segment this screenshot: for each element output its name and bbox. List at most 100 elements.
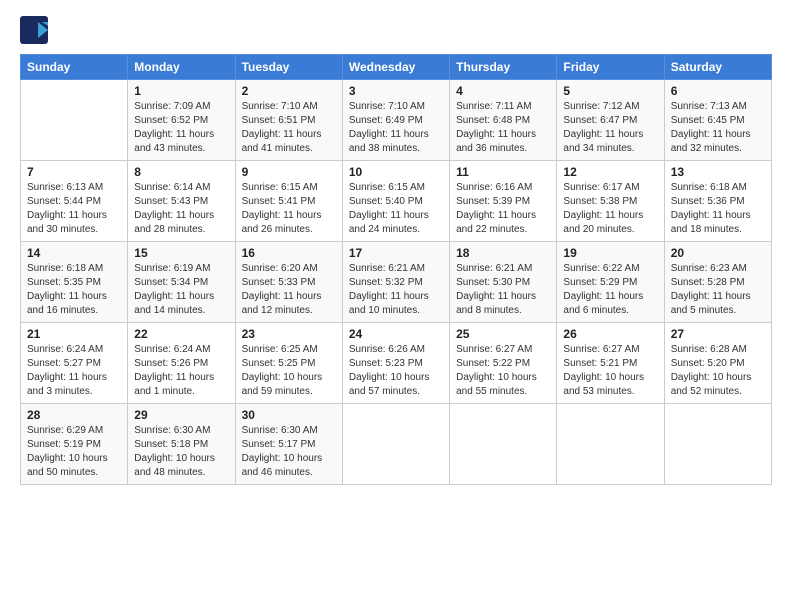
day-cell: 25 Sunrise: 6:27 AM Sunset: 5:22 PM Dayli…: [450, 323, 557, 404]
day-cell: 24Sunrise: 6:26 AM Sunset: 5:23 PM Dayli…: [342, 323, 449, 404]
day-cell: 4 Sunrise: 7:11 AM Sunset: 6:48 PM Daylig…: [450, 80, 557, 161]
day-number: 12: [563, 165, 657, 179]
day-cell: [557, 404, 664, 485]
day-cell: 2 Sunrise: 7:10 AM Sunset: 6:51 PM Daylig…: [235, 80, 342, 161]
calendar-table: SundayMondayTuesdayWednesdayThursdayFrid…: [20, 54, 772, 485]
day-info: Sunrise: 6:29 AM Sunset: 5:19 PM Dayligh…: [27, 424, 121, 480]
day-info: Sunrise: 6:24 AM Sunset: 5:26 PM Dayligh…: [134, 343, 228, 399]
day-cell: 23 Sunrise: 6:25 AM Sunset: 5:25 PM Dayli…: [235, 323, 342, 404]
day-number: 29: [134, 408, 228, 422]
day-info: Sunrise: 6:18 AM Sunset: 5:36 PM Dayligh…: [671, 181, 765, 237]
day-number: 5: [563, 84, 657, 98]
day-number: 30: [242, 408, 336, 422]
day-info: Sunrise: 6:26 AM Sunset: 5:23 PM Dayligh…: [349, 343, 443, 399]
day-info: Sunrise: 6:27 AM Sunset: 5:22 PM Dayligh…: [456, 343, 550, 399]
day-cell: [664, 404, 771, 485]
day-cell: [450, 404, 557, 485]
day-info: Sunrise: 7:10 AM Sunset: 6:49 PM Dayligh…: [349, 100, 443, 156]
page-header: [20, 16, 772, 44]
day-cell: 18 Sunrise: 6:21 AM Sunset: 5:30 PM Dayli…: [450, 242, 557, 323]
day-cell: 29 Sunrise: 6:30 AM Sunset: 5:18 PM Dayli…: [128, 404, 235, 485]
day-info: Sunrise: 6:19 AM Sunset: 5:34 PM Dayligh…: [134, 262, 228, 318]
day-number: 2: [242, 84, 336, 98]
day-cell: 27 Sunrise: 6:28 AM Sunset: 5:20 PM Dayli…: [664, 323, 771, 404]
day-number: 19: [563, 246, 657, 260]
day-number: 28: [27, 408, 121, 422]
day-number: 9: [242, 165, 336, 179]
day-cell: 26 Sunrise: 6:27 AM Sunset: 5:21 PM Dayli…: [557, 323, 664, 404]
day-cell: 6 Sunrise: 7:13 AM Sunset: 6:45 PM Daylig…: [664, 80, 771, 161]
day-number: 4: [456, 84, 550, 98]
day-number: 8: [134, 165, 228, 179]
day-info: Sunrise: 6:18 AM Sunset: 5:35 PM Dayligh…: [27, 262, 121, 318]
day-cell: [342, 404, 449, 485]
day-number: 10: [349, 165, 443, 179]
day-number: 13: [671, 165, 765, 179]
day-cell: 19 Sunrise: 6:22 AM Sunset: 5:29 PM Dayli…: [557, 242, 664, 323]
day-info: Sunrise: 6:21 AM Sunset: 5:30 PM Dayligh…: [456, 262, 550, 318]
week-row-4: 28 Sunrise: 6:29 AM Sunset: 5:19 PM Dayli…: [21, 404, 772, 485]
day-number: 11: [456, 165, 550, 179]
day-number: 1: [134, 84, 228, 98]
day-cell: 15Sunrise: 6:19 AM Sunset: 5:34 PM Dayli…: [128, 242, 235, 323]
header-saturday: Saturday: [664, 55, 771, 80]
day-info: Sunrise: 6:27 AM Sunset: 5:21 PM Dayligh…: [563, 343, 657, 399]
header-thursday: Thursday: [450, 55, 557, 80]
day-cell: 22 Sunrise: 6:24 AM Sunset: 5:26 PM Dayli…: [128, 323, 235, 404]
day-cell: [21, 80, 128, 161]
day-info: Sunrise: 6:20 AM Sunset: 5:33 PM Dayligh…: [242, 262, 336, 318]
day-number: 16: [242, 246, 336, 260]
header-tuesday: Tuesday: [235, 55, 342, 80]
logo: [20, 16, 52, 44]
day-number: 14: [27, 246, 121, 260]
day-info: Sunrise: 6:23 AM Sunset: 5:28 PM Dayligh…: [671, 262, 765, 318]
day-number: 25: [456, 327, 550, 341]
day-cell: 30 Sunrise: 6:30 AM Sunset: 5:17 PM Dayli…: [235, 404, 342, 485]
day-info: Sunrise: 6:30 AM Sunset: 5:17 PM Dayligh…: [242, 424, 336, 480]
day-info: Sunrise: 6:17 AM Sunset: 5:38 PM Dayligh…: [563, 181, 657, 237]
day-number: 18: [456, 246, 550, 260]
header-wednesday: Wednesday: [342, 55, 449, 80]
week-row-2: 14 Sunrise: 6:18 AM Sunset: 5:35 PM Dayli…: [21, 242, 772, 323]
day-info: Sunrise: 7:13 AM Sunset: 6:45 PM Dayligh…: [671, 100, 765, 156]
day-cell: 20 Sunrise: 6:23 AM Sunset: 5:28 PM Dayli…: [664, 242, 771, 323]
day-cell: 1Sunrise: 7:09 AM Sunset: 6:52 PM Daylig…: [128, 80, 235, 161]
day-info: Sunrise: 7:10 AM Sunset: 6:51 PM Dayligh…: [242, 100, 336, 156]
week-row-1: 7Sunrise: 6:13 AM Sunset: 5:44 PM Daylig…: [21, 161, 772, 242]
day-info: Sunrise: 6:15 AM Sunset: 5:41 PM Dayligh…: [242, 181, 336, 237]
day-number: 27: [671, 327, 765, 341]
day-cell: 8Sunrise: 6:14 AM Sunset: 5:43 PM Daylig…: [128, 161, 235, 242]
day-cell: 9 Sunrise: 6:15 AM Sunset: 5:41 PM Daylig…: [235, 161, 342, 242]
day-info: Sunrise: 6:28 AM Sunset: 5:20 PM Dayligh…: [671, 343, 765, 399]
header-monday: Monday: [128, 55, 235, 80]
day-number: 26: [563, 327, 657, 341]
header-sunday: Sunday: [21, 55, 128, 80]
day-info: Sunrise: 6:30 AM Sunset: 5:18 PM Dayligh…: [134, 424, 228, 480]
day-number: 6: [671, 84, 765, 98]
day-cell: 21 Sunrise: 6:24 AM Sunset: 5:27 PM Dayli…: [21, 323, 128, 404]
day-number: 23: [242, 327, 336, 341]
day-cell: 7Sunrise: 6:13 AM Sunset: 5:44 PM Daylig…: [21, 161, 128, 242]
header-row: SundayMondayTuesdayWednesdayThursdayFrid…: [21, 55, 772, 80]
day-info: Sunrise: 6:25 AM Sunset: 5:25 PM Dayligh…: [242, 343, 336, 399]
day-cell: 12 Sunrise: 6:17 AM Sunset: 5:38 PM Dayli…: [557, 161, 664, 242]
day-info: Sunrise: 6:22 AM Sunset: 5:29 PM Dayligh…: [563, 262, 657, 318]
day-cell: 11Sunrise: 6:16 AM Sunset: 5:39 PM Dayli…: [450, 161, 557, 242]
day-info: Sunrise: 6:15 AM Sunset: 5:40 PM Dayligh…: [349, 181, 443, 237]
day-cell: 17Sunrise: 6:21 AM Sunset: 5:32 PM Dayli…: [342, 242, 449, 323]
day-number: 22: [134, 327, 228, 341]
day-info: Sunrise: 6:24 AM Sunset: 5:27 PM Dayligh…: [27, 343, 121, 399]
calendar-page: SundayMondayTuesdayWednesdayThursdayFrid…: [0, 0, 792, 612]
day-info: Sunrise: 6:21 AM Sunset: 5:32 PM Dayligh…: [349, 262, 443, 318]
day-cell: 14 Sunrise: 6:18 AM Sunset: 5:35 PM Dayli…: [21, 242, 128, 323]
day-info: Sunrise: 7:11 AM Sunset: 6:48 PM Dayligh…: [456, 100, 550, 156]
day-info: Sunrise: 7:12 AM Sunset: 6:47 PM Dayligh…: [563, 100, 657, 156]
day-cell: 28 Sunrise: 6:29 AM Sunset: 5:19 PM Dayli…: [21, 404, 128, 485]
day-number: 7: [27, 165, 121, 179]
day-number: 21: [27, 327, 121, 341]
day-cell: 5 Sunrise: 7:12 AM Sunset: 6:47 PM Daylig…: [557, 80, 664, 161]
header-friday: Friday: [557, 55, 664, 80]
logo-icon: [20, 16, 48, 44]
day-cell: 16 Sunrise: 6:20 AM Sunset: 5:33 PM Dayli…: [235, 242, 342, 323]
day-number: 20: [671, 246, 765, 260]
